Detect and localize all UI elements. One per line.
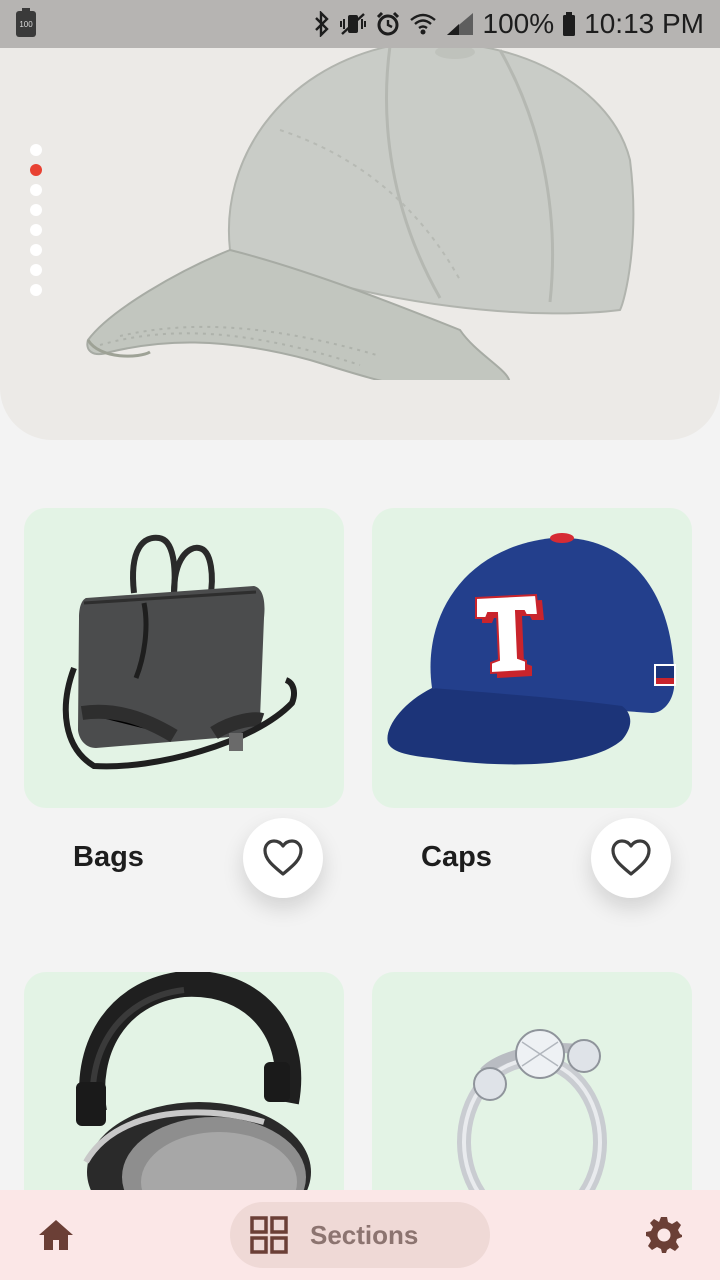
caps-card-image[interactable] [372, 508, 692, 808]
carousel-dot[interactable] [30, 184, 42, 196]
heart-outline-icon [263, 839, 303, 876]
home-icon [39, 1220, 73, 1250]
bags-label: Bags [73, 841, 144, 873]
bags-card-image[interactable] [24, 508, 344, 808]
cap-image [387, 533, 676, 765]
caps-favorite-button[interactable] [591, 818, 671, 898]
signal-icon [445, 11, 475, 37]
heart-outline-icon [611, 839, 651, 876]
settings-button[interactable] [644, 1215, 684, 1255]
bluetooth-icon [313, 11, 331, 37]
gear-icon [646, 1217, 682, 1253]
status-bar: 100 100% 10:13 PM [0, 0, 720, 48]
home-button[interactable] [36, 1215, 76, 1255]
sections-label: Sections [310, 1219, 419, 1250]
carousel-dot[interactable] [30, 204, 42, 216]
grid-icon [250, 1216, 288, 1254]
hero-banner[interactable] [0, 0, 720, 440]
bag-image [62, 534, 297, 770]
bottom-navigation: Sections [0, 1190, 720, 1280]
carousel-dot[interactable] [30, 144, 42, 156]
alarm-icon [375, 11, 401, 37]
battery-notification-icon: 100 [16, 8, 36, 37]
bags-favorite-button[interactable] [243, 818, 323, 898]
caps-label: Caps [421, 841, 492, 873]
carousel-dot-active[interactable] [30, 164, 42, 176]
carousel-dot[interactable] [30, 264, 42, 276]
hero-cap-image [86, 41, 635, 380]
wifi-icon [409, 11, 437, 37]
carousel-dot[interactable] [30, 224, 42, 236]
vibrate-icon [339, 11, 367, 37]
carousel-dot[interactable] [30, 284, 42, 296]
ring-card-image[interactable] [372, 972, 692, 1212]
ring-image [457, 1029, 607, 1212]
clock: 10:13 PM [584, 8, 704, 39]
battery-icon [562, 11, 576, 37]
headphones-card-image[interactable] [24, 972, 344, 1212]
sections-tab[interactable]: Sections [230, 1202, 490, 1268]
headphones-image [76, 972, 311, 1212]
carousel-indicator [30, 144, 42, 296]
carousel-dot[interactable] [30, 244, 42, 256]
battery-percent: 100% [482, 8, 555, 39]
